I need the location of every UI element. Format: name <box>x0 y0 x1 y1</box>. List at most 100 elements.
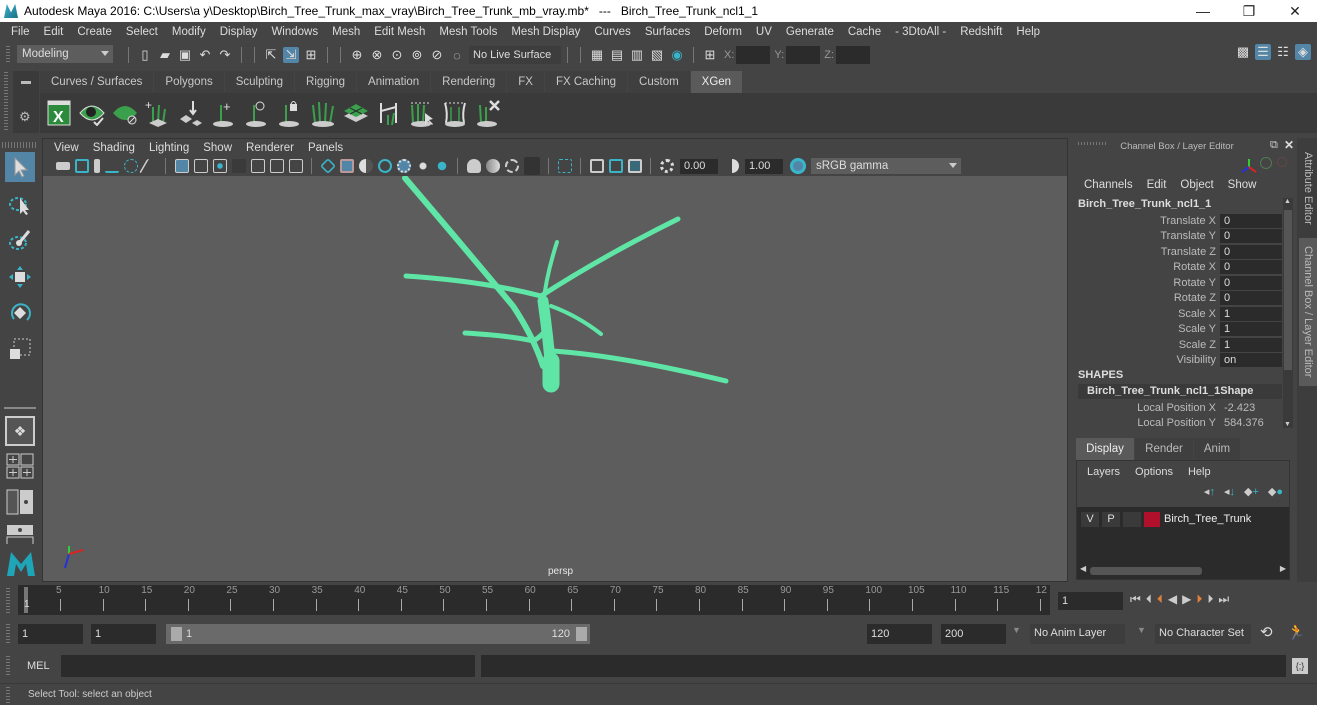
scroll-left-icon[interactable]: ◀ <box>1080 564 1086 573</box>
viewport-menu-renderer[interactable]: Renderer <box>239 142 301 154</box>
textured-icon[interactable] <box>396 159 411 173</box>
tree-branch[interactable] <box>538 216 681 299</box>
channel-label[interactable]: Local Position Y <box>1072 417 1220 429</box>
shelf-settings-gear-icon[interactable]: ⚙ <box>19 109 31 125</box>
play-backwards-icon[interactable]: ◀ <box>1168 592 1177 607</box>
make-live-icon[interactable]: ◌ <box>449 47 465 63</box>
scroll-right-icon[interactable]: ▶ <box>1280 564 1286 573</box>
channel-box-scrollbar[interactable]: ▲ ▼ <box>1283 198 1293 428</box>
close-button[interactable]: ✕ <box>1272 0 1317 22</box>
tree-branch[interactable] <box>549 304 603 336</box>
lasso-tool-button[interactable] <box>5 189 35 219</box>
channel-row[interactable]: Rotate Z0 <box>1072 291 1282 306</box>
x-input[interactable] <box>736 46 771 64</box>
menu-help[interactable]: Help <box>1009 26 1047 38</box>
xgen-patch-icon[interactable] <box>343 99 369 127</box>
shelf-tab-curves-surfaces[interactable]: Curves / Surfaces <box>40 71 154 93</box>
channel-row[interactable]: Translate Z0 <box>1072 244 1282 259</box>
new-empty-layer-icon[interactable]: ◆+ <box>1244 485 1259 498</box>
auto-key-icon[interactable]: ⟲ <box>1260 623 1273 641</box>
channels-menu[interactable]: Channels <box>1084 179 1133 191</box>
channel-row[interactable]: Rotate X0 <box>1072 260 1282 275</box>
shelf-tab-animation[interactable]: Animation <box>357 71 431 93</box>
viewport-menu-shading[interactable]: Shading <box>86 142 142 154</box>
range-end-handle[interactable] <box>576 627 587 641</box>
maximize-button[interactable]: ❐ <box>1226 0 1272 22</box>
safe-title-icon[interactable] <box>288 159 303 173</box>
shadows-icon[interactable] <box>434 159 449 173</box>
script-editor-icon[interactable]: {;} <box>1292 658 1308 674</box>
channel-label[interactable]: Rotate X <box>1072 261 1220 273</box>
move-layer-down-icon[interactable]: ◂↓ <box>1224 485 1235 498</box>
tree-branch[interactable] <box>462 323 551 344</box>
shelf-tab-sculpting[interactable]: Sculpting <box>224 71 295 93</box>
range-start-handle[interactable] <box>171 627 182 641</box>
shelf-tab-fx[interactable]: FX <box>507 71 544 93</box>
go-to-start-icon[interactable]: ⏮ <box>1130 592 1141 607</box>
smooth-shade-icon[interactable] <box>339 159 354 173</box>
time-slider[interactable]: 1 5 10 15 20 25 30 35 40 45 50 55 60 65 70 75 80 85 90 95 1… <box>18 585 1050 615</box>
menu-file[interactable]: File <box>4 26 37 38</box>
menu-redshift[interactable]: Redshift <box>953 26 1009 38</box>
float-panel-icon[interactable]: ⧉ <box>1270 139 1278 152</box>
options-menu[interactable]: Options <box>1135 466 1173 478</box>
shelf-tab-rigging[interactable]: Rigging <box>295 71 357 93</box>
tree-branch[interactable] <box>550 348 729 384</box>
menu-windows[interactable]: Windows <box>264 26 325 38</box>
shape-channel-row[interactable]: Local Position Y 584.376 <box>1072 416 1282 431</box>
status-line-grip[interactable] <box>6 46 10 62</box>
layer-row[interactable]: V P Birch_Tree_Trunk <box>1081 511 1251 527</box>
minimize-button[interactable]: — <box>1180 0 1226 22</box>
script-language-toggle[interactable]: MEL <box>27 660 50 672</box>
layer-tab-anim[interactable]: Anim <box>1194 438 1240 460</box>
y-input[interactable] <box>786 46 821 64</box>
viewport-menu-lighting[interactable]: Lighting <box>142 142 196 154</box>
undo-icon[interactable]: ↶ <box>197 47 213 63</box>
show-menu[interactable]: Show <box>1228 179 1257 191</box>
xgen-clear-preview-icon[interactable] <box>112 99 138 127</box>
scrollbar-thumb[interactable] <box>1090 567 1202 575</box>
gate-mask-icon[interactable] <box>231 159 246 173</box>
channel-label[interactable]: Scale X <box>1072 308 1220 320</box>
menu-create[interactable]: Create <box>70 26 119 38</box>
time-slider-grip[interactable] <box>6 588 10 614</box>
scale-tool-button[interactable] <box>5 334 35 364</box>
toolbox-grip[interactable] <box>2 142 38 148</box>
motion-blur-icon[interactable] <box>485 159 500 173</box>
snap-to-point-icon[interactable]: ⊙ <box>389 47 405 63</box>
render-settings-icon[interactable]: ▦ <box>589 47 605 63</box>
viewport-menu-panels[interactable]: Panels <box>301 142 350 154</box>
shelf-tab-rendering[interactable]: Rendering <box>431 71 507 93</box>
new-scene-icon[interactable]: ▯ <box>137 47 153 63</box>
lock-guide-icon[interactable] <box>277 99 303 127</box>
channel-label[interactable]: Translate X <box>1072 215 1220 227</box>
object-menu[interactable]: Object <box>1180 179 1213 191</box>
modeling-toolkit-icon[interactable]: ▩ <box>1235 44 1251 60</box>
help-line-grip[interactable] <box>6 687 10 703</box>
menu-edit[interactable]: Edit <box>37 26 71 38</box>
select-by-hierarchy-icon[interactable]: ⇱ <box>263 47 279 63</box>
playback-toggle[interactable]: P <box>1102 511 1120 527</box>
speed-icon[interactable] <box>1260 157 1272 169</box>
shelf-menu-icon[interactable] <box>21 81 31 84</box>
channel-value[interactable]: 0 <box>1220 229 1282 243</box>
new-layer-from-selected-icon[interactable]: ◆● <box>1268 485 1283 498</box>
channel-row[interactable]: Translate Y0 <box>1072 229 1282 244</box>
shelf-tab-polygons[interactable]: Polygons <box>154 71 224 93</box>
channel-box-toggle-icon[interactable]: ◈ <box>1295 44 1311 60</box>
channel-label[interactable]: Scale Z <box>1072 339 1220 351</box>
birch-tree-trunk-mesh[interactable] <box>402 176 729 393</box>
screen-space-ao-icon[interactable] <box>466 159 481 173</box>
close-panel-icon[interactable]: ✕ <box>1284 138 1294 152</box>
go-to-end-icon[interactable]: ⏭ <box>1218 592 1229 607</box>
grease-pencil-icon[interactable] <box>138 159 161 173</box>
menu-uv[interactable]: UV <box>749 26 779 38</box>
layer-name[interactable]: Birch_Tree_Trunk <box>1164 513 1251 525</box>
menu-generate[interactable]: Generate <box>779 26 841 38</box>
layer-tab-display[interactable]: Display <box>1076 438 1134 460</box>
z-input[interactable] <box>835 46 870 64</box>
manipulator-icon[interactable] <box>1240 158 1258 177</box>
layers-menu[interactable]: Layers <box>1087 466 1120 478</box>
current-frame-input[interactable]: 1 <box>1058 592 1123 610</box>
guide-grass-icon[interactable] <box>310 99 336 127</box>
